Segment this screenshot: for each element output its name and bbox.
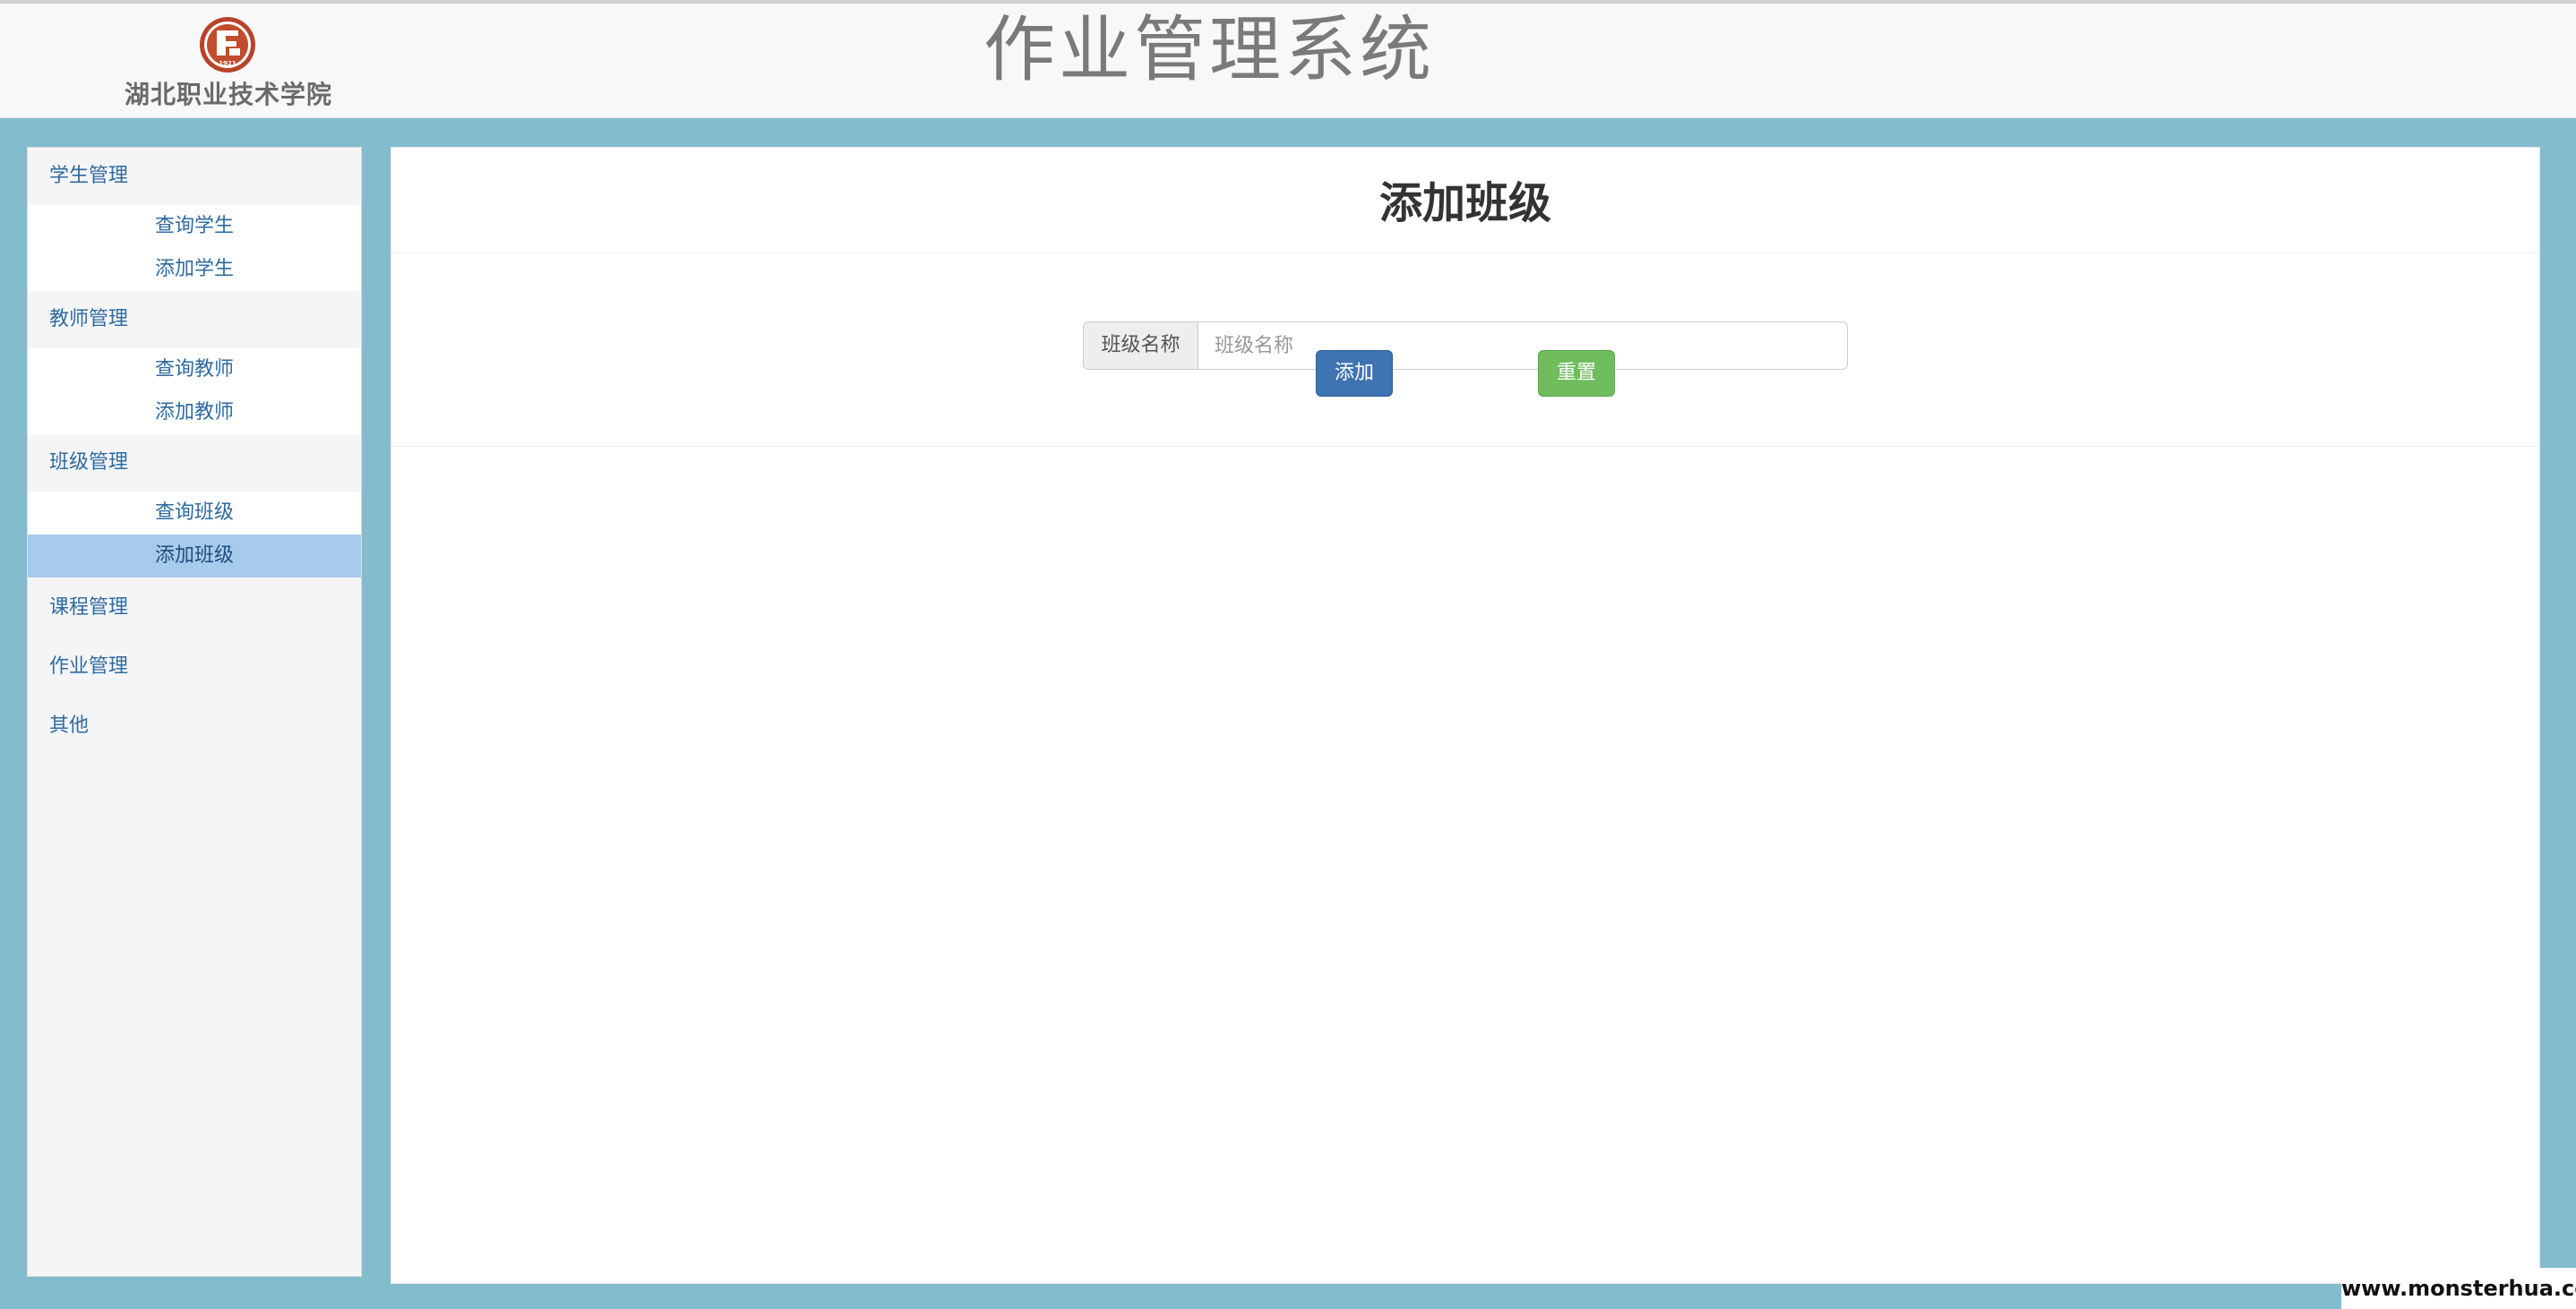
watermark-text: www.monsterhua.com xyxy=(2341,1268,2576,1309)
sidebar-item-add-teacher[interactable]: 添加教师 xyxy=(28,391,361,434)
seal-year: 1921 xyxy=(219,60,236,67)
page-title: 添加班级 xyxy=(1378,178,1551,228)
class-name-label: 班级名称 xyxy=(1084,322,1198,369)
sidebar-group-teacher-management[interactable]: 教师管理 xyxy=(28,291,361,348)
app-title: 作业管理系统 xyxy=(983,8,1435,91)
class-name-input-group: 班级名称 xyxy=(1083,321,1848,370)
sidebar-group-class-management[interactable]: 班级管理 xyxy=(28,434,361,492)
sidebar-group-homework-management[interactable]: 作业管理 xyxy=(28,638,361,696)
sidebar-item-query-students[interactable]: 查询学生 xyxy=(28,205,361,248)
sidebar-group-student-management[interactable]: 学生管理 xyxy=(28,148,361,205)
sidebar-item-query-teachers[interactable]: 查询教师 xyxy=(28,348,361,391)
class-name-input[interactable] xyxy=(1198,322,1847,369)
panel-heading: 添加班级 xyxy=(391,148,2539,253)
school-name: 湖北职业技术学院 xyxy=(124,80,332,109)
sidebar-item-query-classes[interactable]: 查询班级 xyxy=(28,492,361,535)
sidebar-item-add-student[interactable]: 添加学生 xyxy=(28,248,361,291)
sidebar-item-add-class[interactable]: 添加班级 xyxy=(28,535,361,578)
header-bar: 1921 湖北职业技术学院 作业管理系统 xyxy=(0,4,2576,118)
reset-button[interactable]: 重置 xyxy=(1538,350,1615,397)
sidebar-group-course-management[interactable]: 课程管理 xyxy=(28,579,361,637)
school-seal-icon: 1921 xyxy=(200,17,255,73)
sidebar-nav: 学生管理 查询学生 添加学生 教师管理 查询教师 添加教师 班级管理 查询班级 … xyxy=(27,147,362,1277)
main-panel: 添加班级 班级名称 添加 重置 xyxy=(391,147,2540,1284)
sidebar-group-other[interactable]: 其他 xyxy=(28,697,361,755)
school-logo[interactable]: 1921 湖北职业技术学院 xyxy=(99,11,358,111)
add-button[interactable]: 添加 xyxy=(1316,350,1393,397)
